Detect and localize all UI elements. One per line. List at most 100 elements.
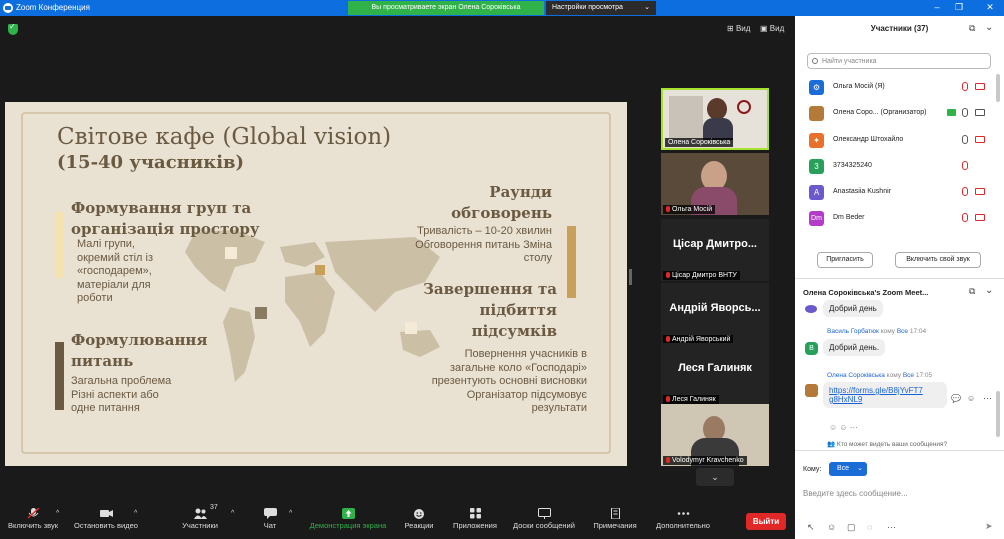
- participant-row[interactable]: Dm Dm Beder: [795, 205, 995, 231]
- close-icon[interactable]: ✕: [983, 2, 997, 13]
- screenshot-icon[interactable]: ◌: [867, 522, 872, 532]
- popout-icon[interactable]: ⧉: [969, 23, 975, 34]
- recipient-select[interactable]: Все ⌄: [829, 462, 867, 476]
- muted-mic-icon: [962, 82, 968, 91]
- form-link-continued[interactable]: g8HxNL9: [829, 395, 941, 404]
- participants-scrollbar[interactable]: [996, 74, 1000, 102]
- video-thumbnail[interactable]: Андрій Яворсь... Андрій Яворський: [661, 283, 769, 345]
- form-link[interactable]: https://forms.gle/B8jYvFT7: [829, 386, 941, 395]
- view-options-button[interactable]: Настройки просмотра ⌄: [546, 1, 656, 15]
- emoji-icon[interactable]: ☺: [967, 394, 975, 403]
- participant-row[interactable]: 3 3734325240: [795, 153, 995, 179]
- mic-icon: [962, 108, 968, 117]
- to-label: Кому:: [803, 466, 822, 473]
- avatar: A: [809, 185, 824, 200]
- more-button[interactable]: Дополнительно: [650, 496, 716, 539]
- unmute-button[interactable]: Включить звук: [4, 496, 62, 539]
- chat-message-input[interactable]: Введите здесь сообщение...: [803, 489, 908, 498]
- audio-options-caret[interactable]: ^: [56, 510, 59, 517]
- splitter-handle[interactable]: [629, 269, 632, 285]
- view-label: Вид: [735, 24, 751, 33]
- muted-mic-icon: [666, 336, 670, 342]
- security-shield-icon[interactable]: [8, 22, 18, 35]
- thumbnail-name: Олена Сороківська: [665, 138, 734, 147]
- chevron-down-icon: ⌄: [711, 472, 719, 482]
- share-screen-label: Демонстрация экрана: [309, 521, 387, 530]
- chat-collapse-icon[interactable]: ⌄: [985, 285, 993, 296]
- scroll-down-button[interactable]: ⌄: [696, 468, 734, 486]
- collapse-icon[interactable]: ⌄: [985, 22, 993, 33]
- file-icon[interactable]: ▢: [847, 522, 856, 533]
- whiteboards-button[interactable]: Доски сообщений: [508, 496, 580, 539]
- thumbnail-name-text: Андрій Яворський: [672, 336, 731, 343]
- sender: Василь Горбатюк: [827, 328, 879, 335]
- reactions-icon: [413, 509, 424, 519]
- send-icon[interactable]: ➤: [985, 521, 993, 532]
- avatar: [805, 384, 818, 397]
- share-screen-button[interactable]: Демонстрация экрана: [306, 496, 390, 539]
- chat-button[interactable]: Чат: [250, 496, 290, 539]
- chat-icon: [263, 508, 277, 519]
- video-off-icon: [975, 188, 985, 195]
- video-thumbnail[interactable]: Ольга Мосій: [661, 153, 769, 215]
- view-button[interactable]: ⊞ Вид: [727, 24, 750, 33]
- more-options-icon[interactable]: ⋯: [983, 393, 992, 404]
- participants-caret[interactable]: ^: [231, 510, 234, 517]
- chat-label: Чат: [263, 521, 277, 530]
- participant-search-input[interactable]: Найти участника: [807, 53, 991, 69]
- thumbnail-display-name: Андрій Яворсь...: [669, 302, 761, 314]
- video-thumbnail[interactable]: Леся Галиняк Леся Галиняк: [661, 343, 769, 405]
- pointer-icon[interactable]: ↖: [807, 522, 815, 533]
- who-sees-link[interactable]: 👥 Кто может видеть ваши сообщения?: [827, 440, 947, 448]
- muted-mic-icon: [26, 508, 40, 519]
- video-off-icon: [975, 214, 985, 221]
- recipient-value: Все: [837, 465, 850, 472]
- meeting-stage: ⊞ Вид ▣ Вид Світове кафе (Global vision)…: [0, 16, 795, 496]
- minimize-icon[interactable]: –: [930, 2, 944, 12]
- notes-button[interactable]: Примечания: [586, 496, 644, 539]
- participant-search-placeholder: Найти участника: [822, 58, 877, 65]
- view-button-2[interactable]: ▣ Вид: [760, 24, 784, 33]
- unmute-me-button[interactable]: Включить свой звук: [895, 252, 981, 268]
- apps-button[interactable]: Приложения: [448, 496, 502, 539]
- chat-caret[interactable]: ^: [289, 510, 292, 517]
- leave-button[interactable]: Выйти: [746, 513, 786, 530]
- participants-label: Участники: [182, 521, 218, 530]
- video-thumbnail[interactable]: Цісар Дмитро... Цісар Дмитро ВНТУ: [661, 219, 769, 281]
- slide-text-3: Тривалість – 10-20 хвилин Обговорення пи…: [415, 225, 552, 264]
- avatar: В: [805, 342, 818, 355]
- video-thumbnail[interactable]: Олена Сороківська: [661, 88, 769, 150]
- restore-icon[interactable]: ❐: [952, 2, 966, 13]
- reply-icon[interactable]: 💬: [951, 394, 961, 403]
- reactions-button[interactable]: Реакции: [398, 496, 440, 539]
- participant-name: Ольга Мосій (Я): [833, 83, 885, 90]
- muted-mic-icon: [666, 396, 670, 402]
- participant-row[interactable]: ⚙ Ольга Мосій (Я): [795, 74, 995, 100]
- avatar: [809, 106, 824, 121]
- apps-label: Приложения: [453, 521, 497, 530]
- panel-divider: [795, 278, 1004, 279]
- participants-button[interactable]: 37 Участники: [170, 496, 230, 539]
- chat-scrollbar[interactable]: [996, 391, 1000, 437]
- chat-popout-icon[interactable]: ⧉: [969, 286, 975, 297]
- thumbnail-name-text: Ольга Мосій: [672, 206, 713, 213]
- invite-button[interactable]: Пригласить: [817, 252, 873, 268]
- muted-mic-icon: [962, 161, 968, 170]
- emoji-icon[interactable]: ☺: [827, 522, 836, 532]
- video-options-caret[interactable]: ^: [134, 510, 137, 517]
- video-thumbnail[interactable]: Volodymyr Kravchenko: [661, 404, 769, 466]
- participant-row[interactable]: A Anastasiia Kushnir: [795, 179, 995, 205]
- whiteboards-label: Доски сообщений: [513, 521, 575, 530]
- share-notice-banner: Вы просматриваете экран Олена Сороківськ…: [348, 1, 544, 15]
- stop-video-button[interactable]: Остановить видео: [70, 496, 142, 539]
- slide-heading-3: Раунди обговорень: [451, 183, 552, 222]
- participant-row[interactable]: ✦ Олександр Штохайло: [795, 127, 995, 153]
- slide-subtitle: (15-40 учасників): [57, 152, 245, 173]
- participant-row[interactable]: Олена Соро... (Организатор): [795, 100, 995, 126]
- thumbnail-name-text: Volodymyr Kravchenko: [672, 457, 744, 464]
- participant-name: 3734325240: [833, 162, 872, 169]
- more-options-icon[interactable]: ⋯: [887, 522, 896, 533]
- slide-heading-1: Формування груп та організація простору: [71, 199, 260, 238]
- chat-message: Добрий день: [823, 300, 883, 317]
- reaction-icons[interactable]: ☺ ☺ ⋯: [829, 423, 858, 432]
